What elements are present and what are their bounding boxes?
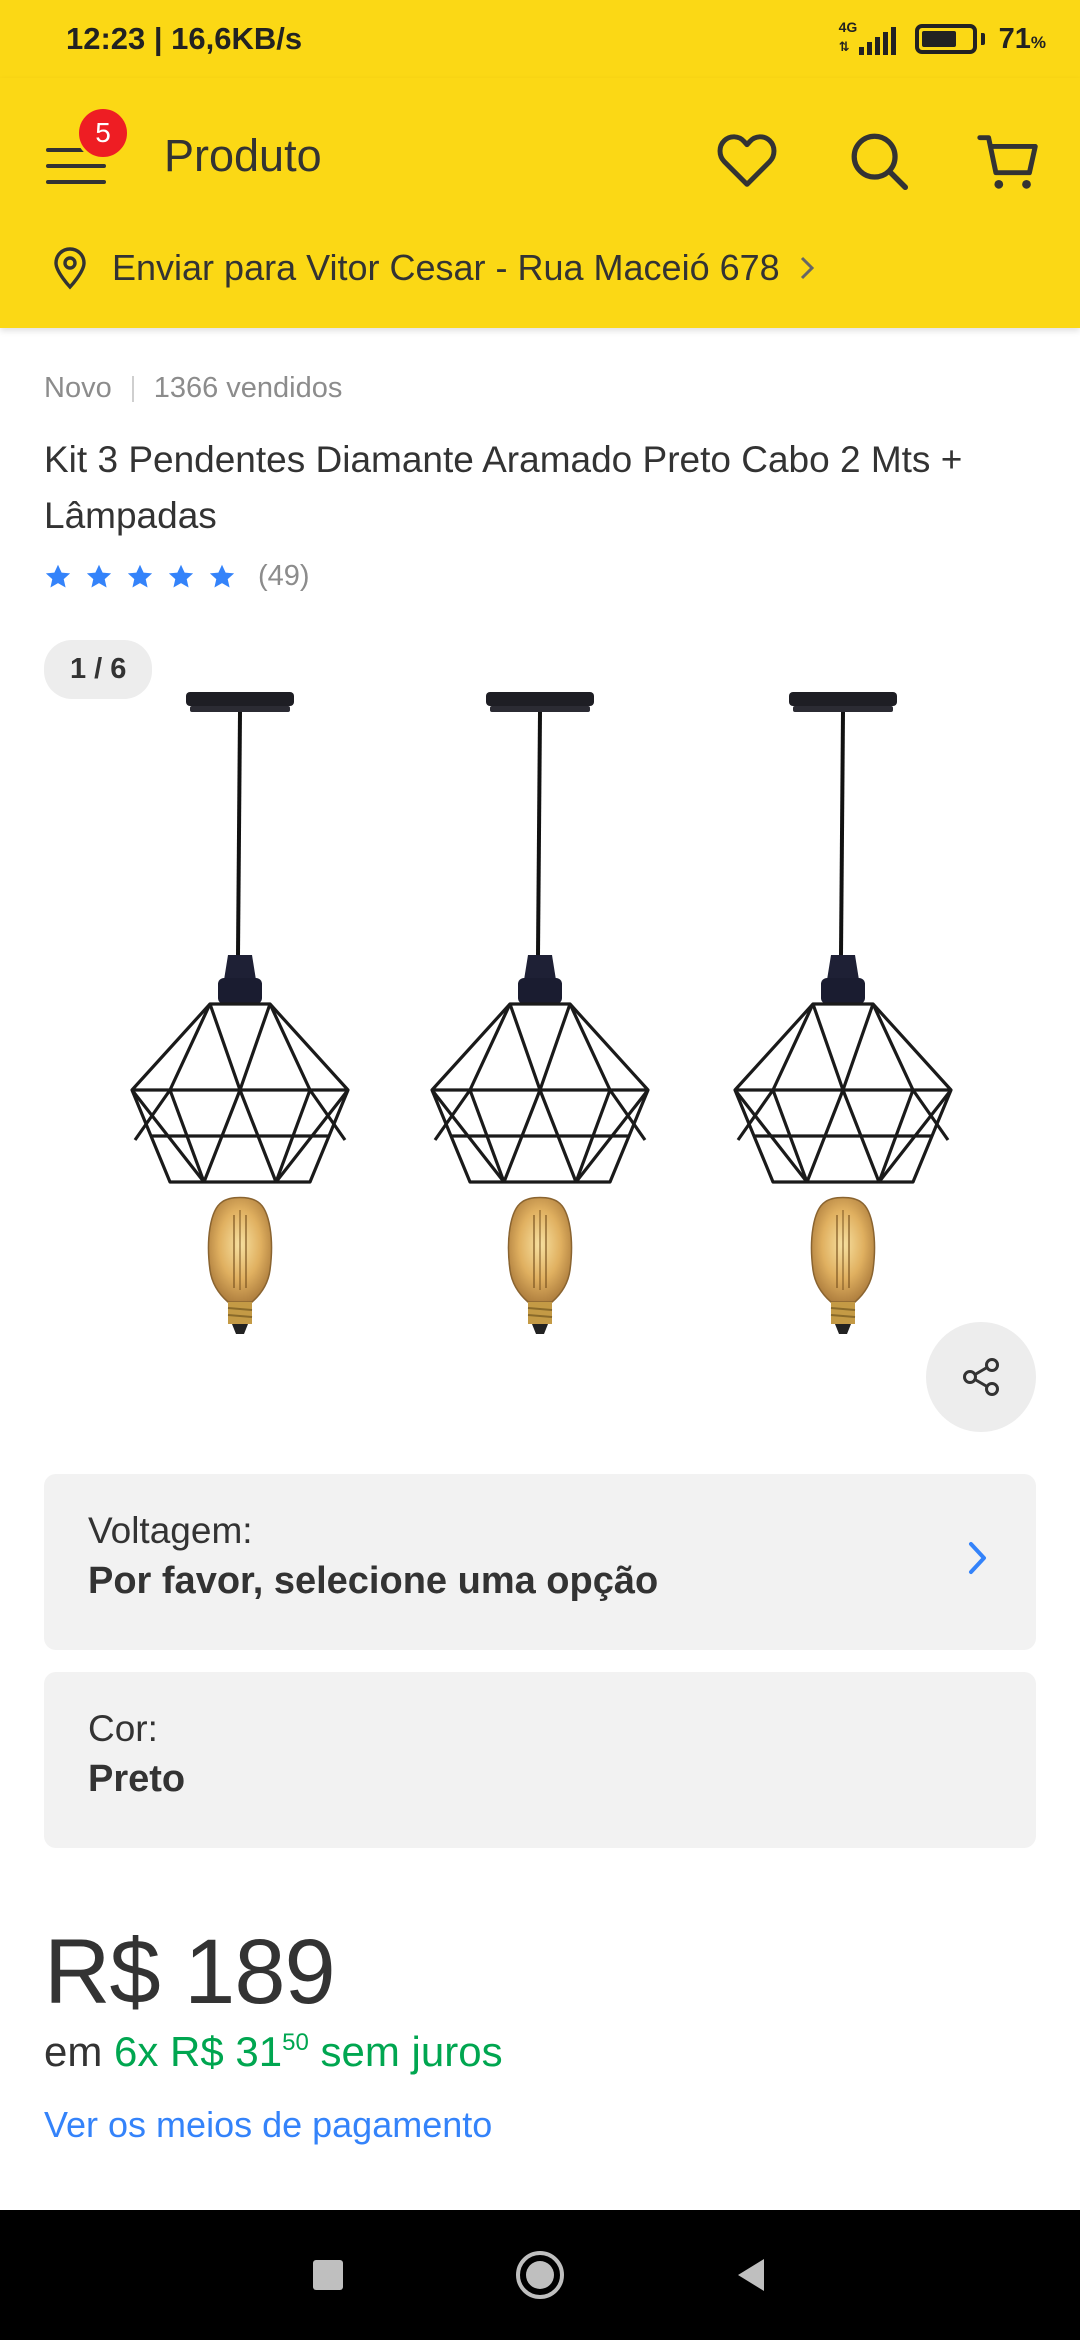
price: R$ 189 bbox=[44, 1921, 336, 2023]
color-selector[interactable]: Cor: Preto bbox=[44, 1672, 1036, 1848]
variation-label: Cor: bbox=[88, 1708, 158, 1749]
system-nav-bar bbox=[0, 2210, 1080, 2340]
network-type: 4G bbox=[838, 19, 858, 35]
product-image bbox=[130, 690, 953, 1336]
product-title: Kit 3 Pendentes Diamante Aramado Preto C… bbox=[44, 439, 963, 536]
page-title: Produto bbox=[164, 130, 322, 181]
battery-level: 71% bbox=[998, 22, 1046, 55]
installments-prefix: em bbox=[44, 2028, 103, 2075]
back-button[interactable] bbox=[724, 2247, 780, 2303]
search-button[interactable] bbox=[844, 126, 914, 196]
rating[interactable]: (49) bbox=[44, 560, 310, 593]
status-time: 12:23 | 16,6KB/s bbox=[66, 21, 303, 56]
star-icon bbox=[127, 564, 153, 587]
cart-button[interactable] bbox=[974, 126, 1044, 196]
star-icon bbox=[86, 564, 112, 587]
shipping-address-bar[interactable]: Enviar para Vitor Cesar - Rua Maceió 678 bbox=[0, 228, 1080, 308]
data-arrows-icon: ⇅ bbox=[838, 39, 850, 54]
favorites-button[interactable] bbox=[712, 126, 782, 196]
home-circle-icon bbox=[516, 2251, 564, 2299]
search-icon bbox=[851, 133, 909, 191]
shipping-address-text: Enviar para Vitor Cesar - Rua Maceió 678 bbox=[112, 247, 780, 288]
gallery-counter: 1 / 6 bbox=[44, 640, 153, 699]
signal-icon: 4G ⇅ bbox=[838, 19, 901, 57]
star-icon bbox=[45, 564, 71, 587]
condition-label: Novo bbox=[44, 372, 112, 404]
status-indicators: 4G ⇅ 71% bbox=[838, 19, 1046, 57]
rating-count: (49) bbox=[258, 560, 310, 592]
notification-badge: 5 bbox=[76, 106, 130, 160]
chevron-right-icon bbox=[969, 1542, 986, 1574]
variation-value: Preto bbox=[88, 1758, 186, 1800]
share-button[interactable] bbox=[926, 1322, 1036, 1432]
installments-cents: 50 bbox=[282, 2029, 309, 2056]
battery-icon bbox=[914, 24, 985, 54]
star-icon bbox=[209, 564, 235, 587]
heart-icon bbox=[717, 134, 777, 187]
share-icon bbox=[963, 1358, 999, 1396]
pendant-lamp bbox=[733, 690, 953, 1336]
app-header: 5 Produto Enviar para Vitor Cesar - Rua … bbox=[0, 78, 1080, 328]
location-pin-icon bbox=[54, 247, 86, 290]
rating-stars bbox=[44, 563, 236, 591]
installments-info: em 6x R$ 3150 sem juros bbox=[44, 2028, 503, 2076]
voltage-selector[interactable]: Voltagem: Por favor, selecione uma opção bbox=[44, 1474, 1036, 1650]
status-bar: 12:23 | 16,6KB/s 4G ⇅ 71% bbox=[0, 0, 1080, 78]
recents-button[interactable] bbox=[300, 2247, 356, 2303]
payment-methods-link[interactable]: Ver os meios de pagamento bbox=[44, 2104, 492, 2146]
pendant-lamp bbox=[130, 690, 350, 1336]
product-gallery[interactable]: 1 / 6 bbox=[0, 630, 1080, 1432]
divider bbox=[131, 375, 134, 402]
variation-label: Voltagem: bbox=[88, 1510, 253, 1551]
back-triangle-icon bbox=[738, 2259, 764, 2291]
square-icon bbox=[313, 2260, 343, 2290]
variation-value: Por favor, selecione uma opção bbox=[88, 1560, 659, 1602]
pendant-lamp bbox=[430, 690, 650, 1336]
home-button[interactable] bbox=[512, 2247, 568, 2303]
sold-count: 1366 vendidos bbox=[153, 372, 343, 404]
cart-icon bbox=[977, 135, 1038, 189]
product-meta: Novo 1366 vendidos bbox=[44, 372, 342, 405]
star-icon bbox=[168, 564, 194, 587]
installments-amount: 6x R$ 3150 sem juros bbox=[114, 2028, 503, 2075]
chevron-right-icon bbox=[800, 256, 814, 280]
